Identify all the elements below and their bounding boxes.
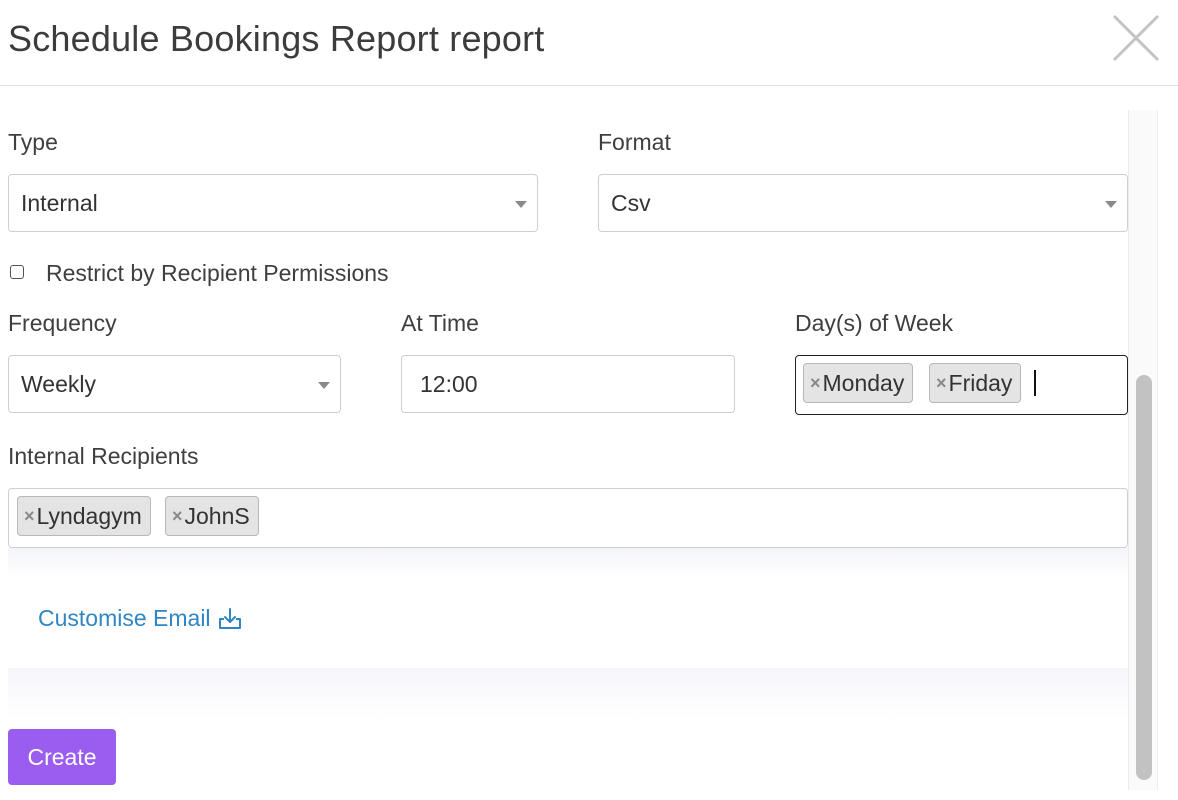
remove-tag-icon[interactable]: ×	[172, 497, 183, 535]
schedule-report-modal: Schedule Bookings Report report Type Int…	[0, 0, 1178, 800]
internal-recipients-label: Internal Recipients	[8, 443, 199, 469]
section-divider	[8, 668, 1128, 720]
tag-johns: ×JohnS	[165, 496, 259, 536]
at-time-label: At Time	[401, 310, 479, 336]
text-cursor	[1034, 370, 1036, 396]
internal-recipients-tag-input[interactable]: ×Lyndagym ×JohnS	[8, 488, 1128, 548]
type-label: Type	[8, 129, 58, 155]
format-label: Format	[598, 129, 671, 155]
tag-lyndagym: ×Lyndagym	[17, 496, 151, 536]
days-of-week-tag-input[interactable]: ×Monday ×Friday	[795, 355, 1128, 415]
frequency-select[interactable]: Weekly	[8, 355, 341, 413]
at-time-input[interactable]	[401, 355, 735, 413]
tag-friday: ×Friday	[929, 363, 1022, 403]
frequency-select-value: Weekly	[21, 371, 96, 397]
download-icon	[218, 607, 241, 629]
customise-email-label: Customise Email	[38, 605, 211, 631]
frequency-label: Frequency	[8, 310, 117, 336]
modal-header: Schedule Bookings Report report	[0, 0, 1178, 86]
chevron-down-icon	[1105, 201, 1117, 208]
format-select[interactable]: Csv	[598, 174, 1128, 232]
days-of-week-label: Day(s) of Week	[795, 310, 954, 336]
modal-title: Schedule Bookings Report report	[8, 18, 545, 59]
restrict-permissions-checkbox[interactable]	[10, 265, 24, 279]
tag-label: JohnS	[184, 503, 250, 529]
remove-tag-icon[interactable]: ×	[936, 364, 947, 402]
chevron-down-icon	[515, 201, 527, 208]
remove-tag-icon[interactable]: ×	[24, 497, 35, 535]
type-select[interactable]: Internal	[8, 174, 538, 232]
scrollbar-thumb[interactable]	[1136, 375, 1152, 780]
tag-label: Lyndagym	[36, 503, 142, 529]
format-select-value: Csv	[611, 190, 651, 216]
chevron-down-icon	[318, 382, 330, 389]
restrict-permissions-label[interactable]: Restrict by Recipient Permissions	[46, 260, 389, 287]
tag-label: Friday	[948, 370, 1013, 396]
customise-email-link[interactable]: Customise Email	[38, 605, 243, 632]
close-icon[interactable]	[1108, 10, 1164, 66]
tag-label: Monday	[822, 370, 905, 396]
create-button[interactable]: Create	[8, 729, 116, 785]
remove-tag-icon[interactable]: ×	[810, 364, 821, 402]
tag-monday: ×Monday	[803, 363, 914, 403]
type-select-value: Internal	[21, 190, 98, 216]
section-divider	[8, 548, 1128, 576]
